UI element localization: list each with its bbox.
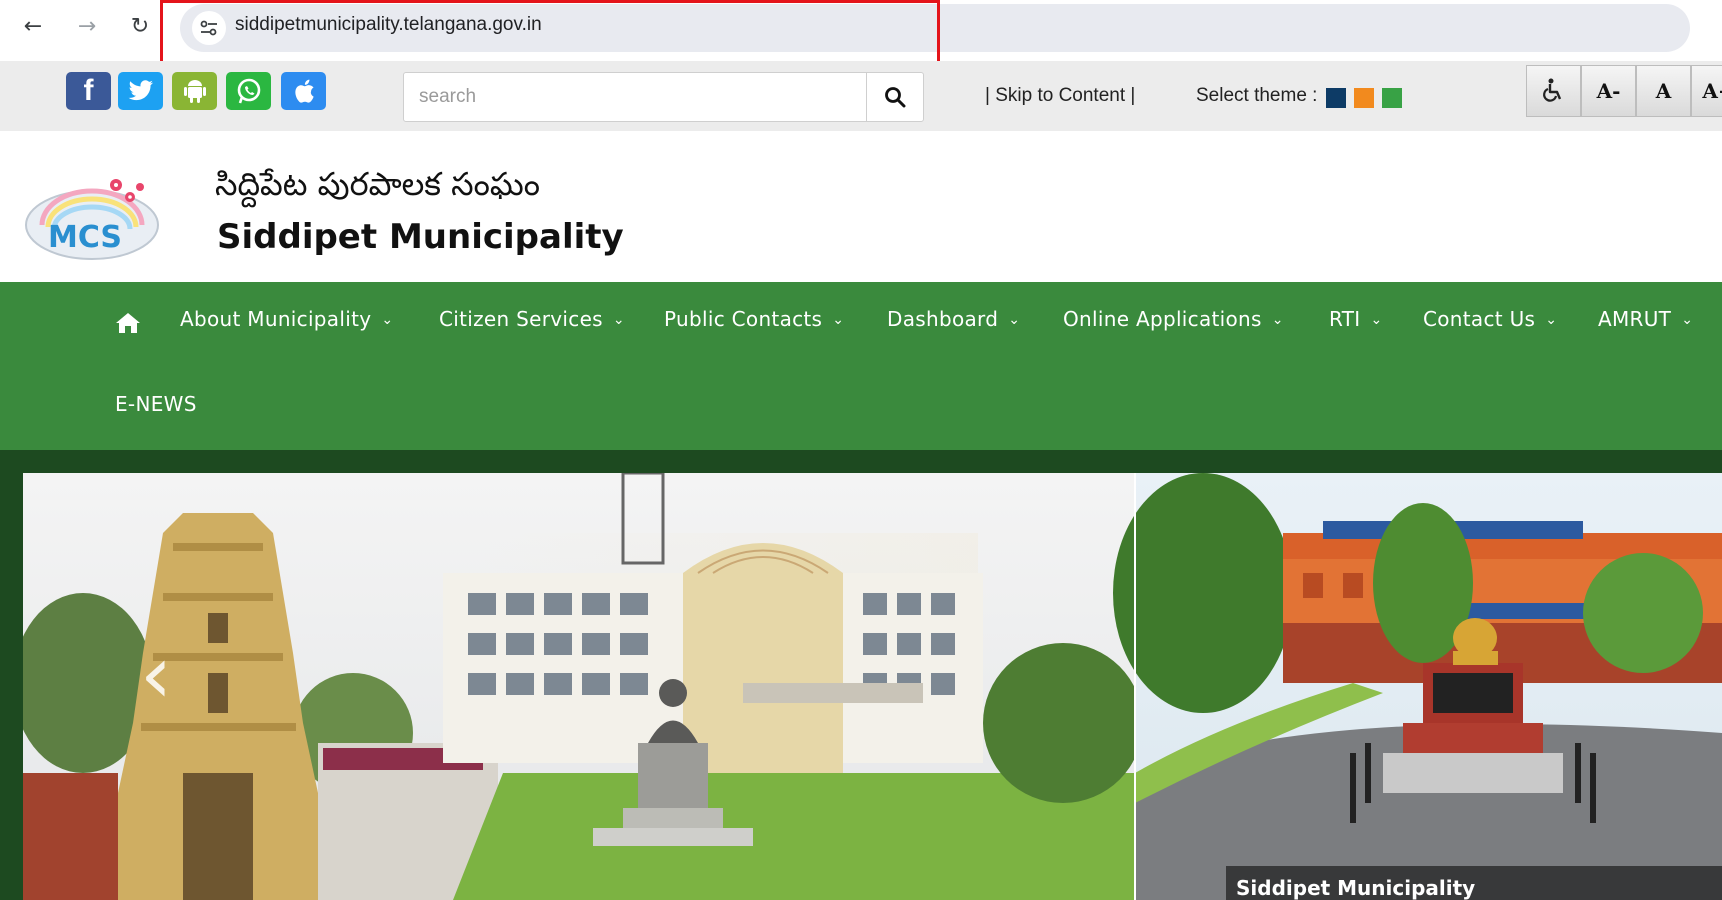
- nav-label: Public Contacts: [664, 307, 823, 331]
- nav-item-amrut[interactable]: AMRUT ⌄: [1598, 307, 1693, 331]
- nav-label: Contact Us: [1423, 307, 1536, 331]
- logo-text: MCS: [48, 220, 122, 255]
- theme-swatch-blue[interactable]: [1326, 88, 1346, 108]
- site-info-icon[interactable]: [192, 11, 226, 45]
- nav-label: Citizen Services: [439, 307, 603, 331]
- facebook-icon[interactable]: f: [66, 72, 111, 110]
- nav-label: E-NEWS: [115, 392, 197, 416]
- reload-icon[interactable]: ↻: [124, 11, 156, 43]
- nav-item-contact-us[interactable]: Contact Us ⌄: [1423, 307, 1557, 331]
- nav-label: Online Applications: [1063, 307, 1262, 331]
- nav-item-public-contacts[interactable]: Public Contacts ⌄: [664, 307, 844, 331]
- android-icon[interactable]: [172, 72, 217, 110]
- whatsapp-icon[interactable]: [226, 72, 271, 110]
- font-decrease-button[interactable]: A-: [1581, 65, 1636, 117]
- search-icon: [885, 87, 906, 108]
- nav-item-citizen-services[interactable]: Citizen Services ⌄: [439, 307, 625, 331]
- chevron-down-icon: ⌄: [1681, 312, 1694, 328]
- utility-bar: f | Skip to Content | Select theme : A- …: [0, 61, 1722, 131]
- nav-item-e-news[interactable]: E-NEWS: [115, 392, 197, 416]
- nav-label: AMRUT: [1598, 307, 1672, 331]
- chevron-down-icon: ⌄: [832, 312, 845, 328]
- site-title-telugu: సిద్దిపేట పురపాలక సంఘం: [215, 165, 540, 203]
- chevron-down-icon: ⌄: [1370, 312, 1383, 328]
- wheelchair-icon: [1542, 78, 1561, 102]
- theme-label: Select theme :: [1196, 85, 1318, 106]
- search-input[interactable]: [404, 73, 866, 121]
- chevron-down-icon: ⌄: [1008, 312, 1021, 328]
- theme-swatch-orange[interactable]: [1354, 88, 1374, 108]
- url-text[interactable]: siddipetmunicipality.telangana.gov.in: [235, 14, 542, 36]
- accessibility-controls: A- A A+: [1526, 65, 1722, 117]
- apple-icon[interactable]: [281, 72, 326, 110]
- mcs-logo[interactable]: MCS: [20, 173, 165, 265]
- slider-prev-arrow[interactable]: ‹: [140, 635, 172, 715]
- site-header: MCS సిద్దిపేట పురపాలక సంఘం Siddipet Muni…: [0, 131, 1722, 282]
- twitter-icon[interactable]: [118, 72, 163, 110]
- browser-toolbar: ← → ↻ siddipetmunicipality.telangana.gov…: [0, 0, 1722, 57]
- chevron-down-icon: ⌄: [1545, 312, 1558, 328]
- accessibility-button[interactable]: [1526, 65, 1581, 117]
- facebook-letter: f: [83, 74, 94, 107]
- search-box: [403, 72, 867, 122]
- home-icon[interactable]: [115, 312, 141, 334]
- forward-arrow-icon[interactable]: →: [71, 11, 103, 43]
- back-arrow-icon[interactable]: ←: [17, 11, 49, 43]
- slider-image: [23, 473, 1722, 900]
- nav-label: Dashboard: [887, 307, 999, 331]
- font-increase-button[interactable]: A+: [1691, 65, 1722, 117]
- search-button[interactable]: [866, 72, 924, 122]
- theme-swatch-green[interactable]: [1382, 88, 1402, 108]
- main-navigation: About Municipality ⌄ Citizen Services ⌄ Pu…: [0, 282, 1722, 450]
- nav-item-rti[interactable]: RTI ⌄: [1329, 307, 1383, 331]
- image-slider: ‹: [0, 450, 1722, 900]
- slider-caption-text: Siddipet Municipality: [1236, 876, 1476, 900]
- site-title-english: Siddipet Municipality: [217, 217, 624, 257]
- nav-label: About Municipality: [180, 307, 372, 331]
- skip-to-content-link[interactable]: | Skip to Content |: [985, 85, 1135, 107]
- nav-item-online-applications[interactable]: Online Applications ⌄: [1063, 307, 1284, 331]
- slider-caption: Siddipet Municipality: [1226, 866, 1722, 900]
- nav-item-dashboard[interactable]: Dashboard ⌄: [887, 307, 1020, 331]
- chevron-down-icon: ⌄: [612, 312, 625, 328]
- chevron-down-icon: ⌄: [1271, 312, 1284, 328]
- nav-label: RTI: [1329, 307, 1361, 331]
- font-reset-button[interactable]: A: [1636, 65, 1691, 117]
- nav-item-about-municipality[interactable]: About Municipality ⌄: [180, 307, 393, 331]
- chevron-down-icon: ⌄: [381, 312, 394, 328]
